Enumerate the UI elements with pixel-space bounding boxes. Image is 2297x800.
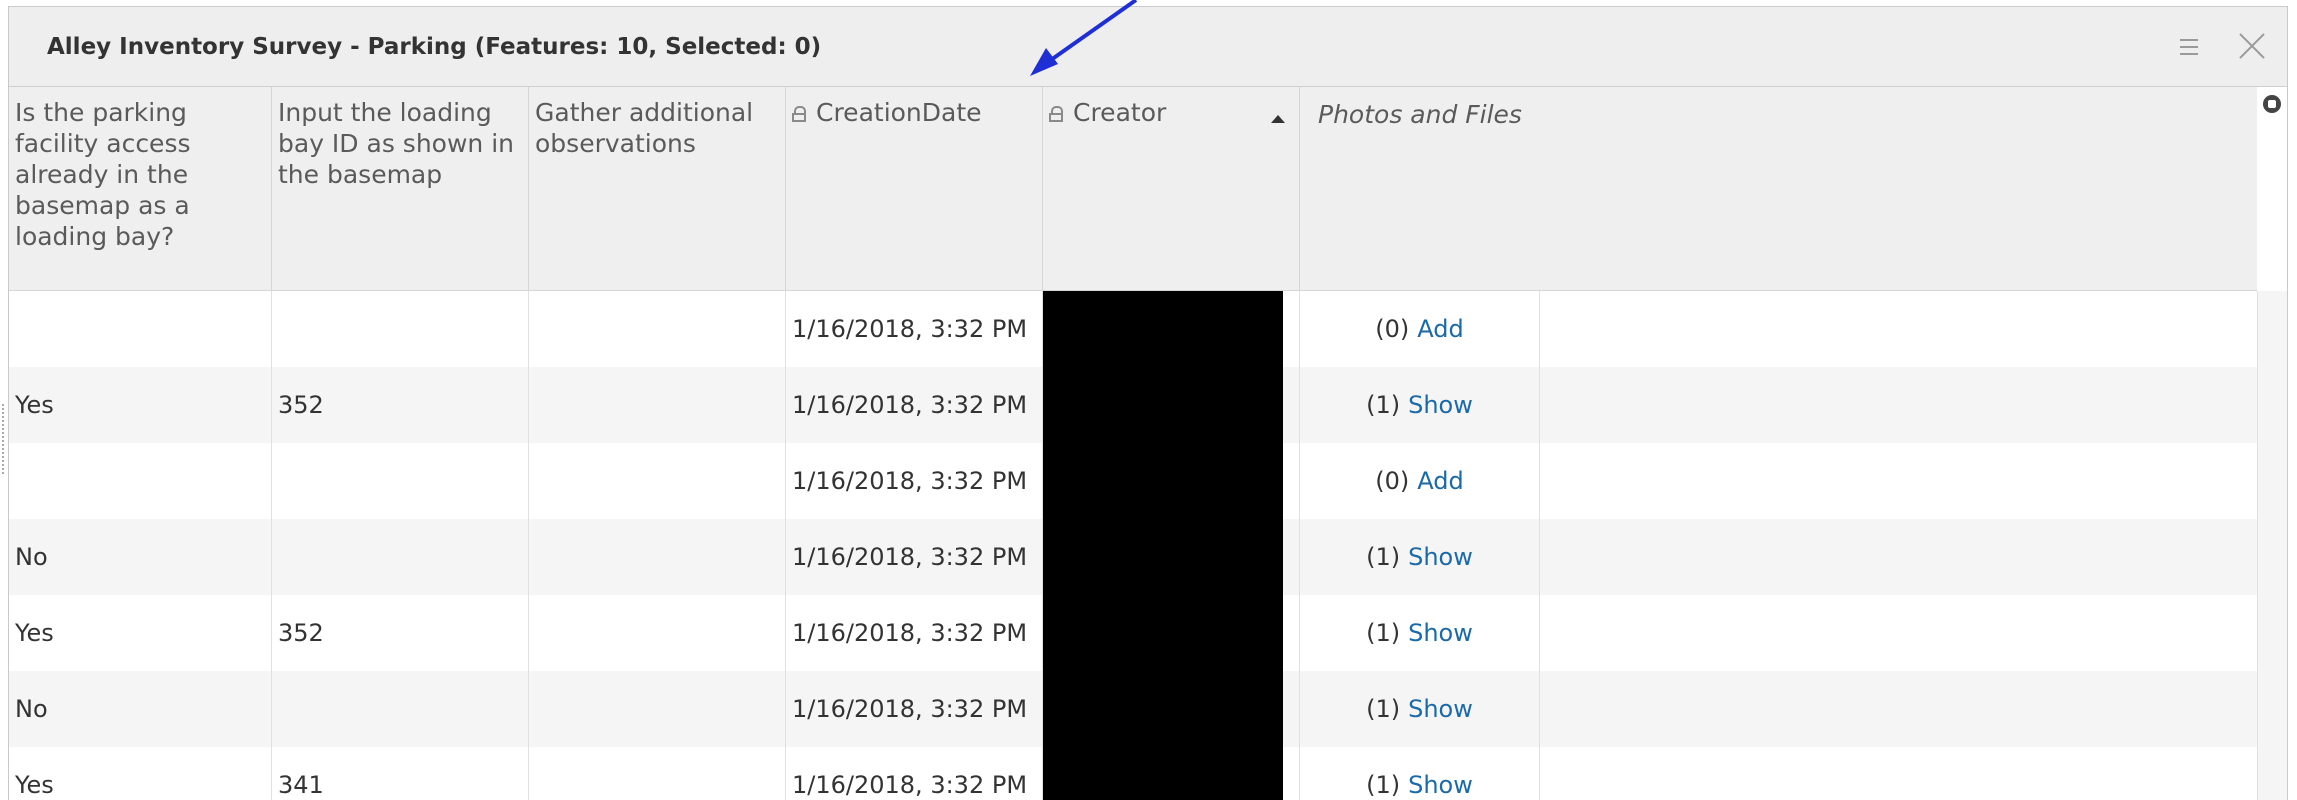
cell-bay-id: 352 (272, 367, 529, 443)
cell-creation-date: 1/16/2018, 3:32 PM (786, 747, 1043, 800)
column-header-creator[interactable]: Creator (1043, 87, 1300, 291)
table-header: Is the parking facility access already i… (9, 87, 2257, 291)
cell-loading-bay (9, 291, 272, 367)
redaction-block (1043, 367, 1283, 443)
title-bar: Alley Inventory Survey - Parking (Featur… (9, 7, 2287, 87)
cell-creation-date: 1/16/2018, 3:32 PM (786, 443, 1043, 519)
cell-bay-id (272, 671, 529, 747)
attachment-count: (0) (1375, 315, 1410, 343)
attachment-count: (1) (1366, 619, 1401, 647)
redaction-block (1043, 671, 1283, 747)
cell-creator (1043, 443, 1300, 519)
cell-creator (1043, 291, 1300, 367)
cell-photos-files: (1) Show (1300, 671, 1540, 747)
table-row[interactable]: 1/16/2018, 3:32 PM (0) Add (9, 443, 2257, 519)
cell-bay-id (272, 291, 529, 367)
column-label: CreationDate (816, 98, 982, 127)
cell-loading-bay: Yes (9, 367, 272, 443)
cell-photos-files: (1) Show (1300, 367, 1540, 443)
sort-ascending-icon[interactable] (1271, 115, 1285, 123)
cell-creation-date: 1/16/2018, 3:32 PM (786, 367, 1043, 443)
cell-bay-id: 352 (272, 595, 529, 671)
attachment-count: (1) (1366, 771, 1401, 799)
menu-icon[interactable] (2176, 33, 2206, 61)
table-row[interactable]: 1/16/2018, 3:32 PM (0) Add (9, 291, 2257, 367)
column-header-observations[interactable]: Gather additional observations (529, 87, 786, 291)
cell-creator (1043, 747, 1300, 800)
cell-creation-date: 1/16/2018, 3:32 PM (786, 671, 1043, 747)
cell-photos-files: (1) Show (1300, 519, 1540, 595)
attachment-action-link[interactable]: Show (1408, 543, 1473, 571)
table-row[interactable]: Yes 341 1/16/2018, 3:32 PM (1) Show (9, 747, 2257, 800)
cell-loading-bay (9, 443, 272, 519)
redaction-block (1043, 519, 1283, 595)
cell-loading-bay: Yes (9, 747, 272, 800)
cell-observations (529, 519, 786, 595)
cell-observations (529, 671, 786, 747)
cell-observations (529, 291, 786, 367)
attachment-count: (1) (1366, 391, 1401, 419)
cell-photos-files: (1) Show (1300, 747, 1540, 800)
table-row[interactable]: Yes 352 1/16/2018, 3:32 PM (1) Show (9, 367, 2257, 443)
attachment-action-link[interactable]: Show (1408, 771, 1473, 799)
attachment-action-link[interactable]: Add (1417, 467, 1463, 495)
column-label: Photos and Files (1318, 100, 1522, 129)
column-label: Gather additional observations (535, 98, 754, 158)
attachment-count: (0) (1375, 467, 1410, 495)
cell-creation-date: 1/16/2018, 3:32 PM (786, 291, 1043, 367)
cell-observations (529, 367, 786, 443)
cell-loading-bay: No (9, 671, 272, 747)
attachment-action-link[interactable]: Show (1408, 391, 1473, 419)
column-label: Creator (1073, 98, 1167, 127)
cell-loading-bay: No (9, 519, 272, 595)
attachment-action-link[interactable]: Add (1417, 315, 1463, 343)
column-header-photos-files[interactable]: Photos and Files (1300, 87, 1540, 291)
lock-icon (1049, 106, 1063, 122)
resize-handle[interactable] (2, 404, 7, 474)
table-row[interactable]: No 1/16/2018, 3:32 PM (1) Show (9, 671, 2257, 747)
redaction-block (1043, 747, 1283, 800)
attachment-count: (1) (1366, 695, 1401, 723)
cell-photos-files: (0) Add (1300, 443, 1540, 519)
redaction-block (1043, 291, 1283, 367)
lock-icon (792, 106, 806, 122)
cell-bay-id (272, 519, 529, 595)
column-options-icon[interactable] (2263, 95, 2281, 113)
cell-photos-files: (1) Show (1300, 595, 1540, 671)
attachment-action-link[interactable]: Show (1408, 695, 1473, 723)
attribute-table-panel: Alley Inventory Survey - Parking (Featur… (8, 6, 2288, 800)
table-row[interactable]: Yes 352 1/16/2018, 3:32 PM (1) Show (9, 595, 2257, 671)
cell-creator (1043, 671, 1300, 747)
cell-creator (1043, 367, 1300, 443)
column-label: Is the parking facility access already i… (15, 98, 191, 251)
attachment-action-link[interactable]: Show (1408, 619, 1473, 647)
cell-loading-bay: Yes (9, 595, 272, 671)
cell-creator (1043, 595, 1300, 671)
cell-bay-id (272, 443, 529, 519)
cell-creation-date: 1/16/2018, 3:32 PM (786, 595, 1043, 671)
column-header-bay-id[interactable]: Input the loading bay ID as shown in the… (272, 87, 529, 291)
vertical-scrollbar[interactable] (2257, 291, 2287, 800)
cell-bay-id: 341 (272, 747, 529, 800)
redaction-block (1043, 595, 1283, 671)
panel-title: Alley Inventory Survey - Parking (Featur… (47, 34, 822, 60)
column-header-loading-bay[interactable]: Is the parking facility access already i… (9, 87, 272, 291)
column-label: Input the loading bay ID as shown in the… (278, 98, 514, 189)
cell-observations (529, 443, 786, 519)
cell-creation-date: 1/16/2018, 3:32 PM (786, 519, 1043, 595)
cell-creator (1043, 519, 1300, 595)
close-icon[interactable] (2235, 29, 2269, 63)
table-row[interactable]: No 1/16/2018, 3:32 PM (1) Show (9, 519, 2257, 595)
attachment-count: (1) (1366, 543, 1401, 571)
cell-photos-files: (0) Add (1300, 291, 1540, 367)
redaction-block (1043, 443, 1283, 519)
cell-observations (529, 595, 786, 671)
cell-observations (529, 747, 786, 800)
column-header-creation-date[interactable]: CreationDate (786, 87, 1043, 291)
